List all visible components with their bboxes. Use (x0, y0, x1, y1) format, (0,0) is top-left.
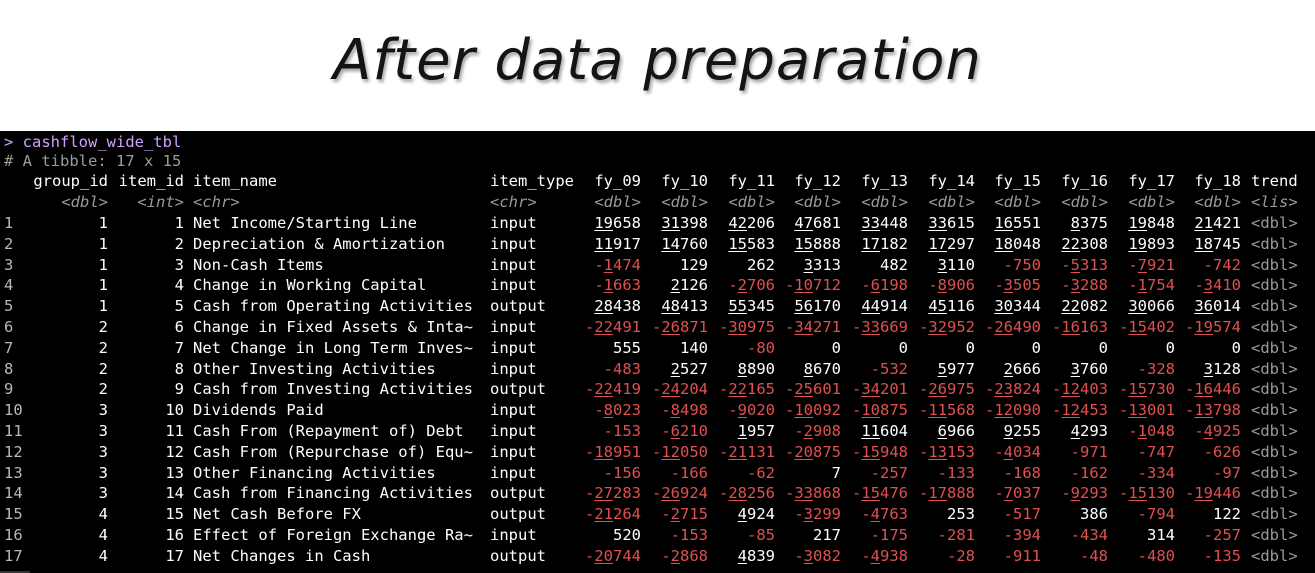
cell-item-id: 17 (165, 546, 184, 565)
column-header-row: group_id item_id item_name item_type fy_09 fy… (0, 171, 1315, 192)
cell-trend: <dbl> (1251, 422, 1298, 440)
cell-fy-18: 122 (1213, 505, 1241, 524)
cell-trend: <dbl> (1251, 255, 1298, 274)
table-row: 5 1 5 Cash from Operating Activities output 2… (0, 296, 1315, 317)
cell-fy-18: -19574 (1184, 318, 1241, 336)
cell-trend: <dbl> (1251, 526, 1298, 544)
cell-trend: <dbl> (1251, 401, 1298, 420)
cell-fy-18: -626 (1203, 442, 1241, 461)
cell-item-id: 8 (174, 359, 184, 378)
table-row: 16 4 16 Effect of Foreign Exchange Ra~ input… (0, 525, 1315, 546)
cell-item-id: 3 (174, 255, 184, 274)
cell-fy-18: 3128 (1203, 359, 1241, 378)
column-type-fy-18: <dbl> (1194, 193, 1241, 211)
table-row: 2 1 2 Depreciation & Amortization input 11917… (0, 234, 1315, 255)
cell-trend: <dbl> (1251, 297, 1298, 316)
column-header-item-id: item_id (118, 172, 184, 190)
cell-fy-18: -135 (1203, 546, 1241, 565)
cell-fy-18: -742 (1203, 255, 1241, 274)
cell-trend: <dbl> (1251, 442, 1298, 461)
cell-fy-18: -257 (1203, 526, 1241, 544)
cell-item-id: 5 (174, 297, 184, 316)
cell-item-id: 13 (165, 463, 184, 482)
cell-item-id: 15 (165, 505, 184, 524)
table-row: 9 2 9 Cash from Investing Activities output -… (0, 379, 1315, 400)
table-row: 8 2 8 Other Investing Activities input -483 25… (0, 359, 1315, 380)
cell-item-id: 12 (165, 442, 184, 461)
cell-trend: <dbl> (1251, 214, 1298, 232)
cell-fy-18: -19446 (1184, 484, 1241, 503)
cell-item-id: 7 (174, 338, 184, 357)
cell-trend: <dbl> (1251, 463, 1298, 482)
cell-trend: <dbl> (1251, 359, 1298, 378)
cell-item-id: 1 (174, 214, 184, 232)
cell-fy-18: -3410 (1194, 276, 1241, 295)
cell-item-id: 10 (165, 401, 184, 420)
cell-trend: <dbl> (1251, 484, 1298, 503)
cell-item-id: 4 (174, 276, 184, 295)
column-type-item-id: <int> (137, 193, 184, 211)
cell-trend: <dbl> (1251, 318, 1298, 336)
column-header-fy-18: fy_18 (1194, 172, 1241, 190)
title-banner: After data preparation (0, 0, 1315, 131)
cell-trend: <dbl> (1251, 546, 1298, 565)
cell-item-id: 11 (165, 422, 184, 440)
cell-fy-18: -16446 (1184, 380, 1241, 399)
table-row: 7 2 7 Net Change in Long Term Inves~ input 55… (0, 338, 1315, 359)
table-row: 13 3 13 Other Financing Activities input -156… (0, 463, 1315, 484)
cell-fy-18: -97 (1212, 463, 1241, 482)
cell-fy-18: 0 (1231, 338, 1241, 357)
cell-item-name: Non-Cash Items (193, 255, 324, 274)
cell-fy-18: -4925 (1194, 422, 1241, 440)
page-title: After data preparation (333, 28, 982, 93)
cell-trend: <dbl> (1251, 338, 1298, 357)
table-row: 4 1 4 Change in Working Capital input -1663 21… (0, 275, 1315, 296)
cell-trend: <dbl> (1251, 276, 1298, 295)
console-prompt-line: > cashflow_wide_tbl (0, 132, 1315, 153)
table-row: 11 3 11 Cash From (Repayment of) Debt input -… (0, 421, 1315, 442)
table-row: 3 1 3 Non-Cash Items input -1474 129 262 3313 482… (0, 255, 1315, 276)
cell-fy-18: 21421 (1194, 214, 1241, 232)
table-row: 12 3 12 Cash From (Repurchase of) Equ~ input… (0, 442, 1315, 463)
table-row: 6 2 6 Change in Fixed Assets & Inta~ input -2… (0, 317, 1315, 338)
cell-item-name: Net Cash Before FX (193, 505, 361, 524)
cell-item-name: Dividends Paid (193, 401, 324, 420)
cell-trend: <dbl> (1251, 234, 1298, 253)
cell-item-id: 16 (165, 526, 184, 544)
column-type-item-name: <chr> (193, 193, 240, 211)
column-type-trend: <lis> (1251, 193, 1298, 211)
table-row: 10 3 10 Dividends Paid input -8023 -8498 -9020-… (0, 400, 1315, 421)
column-type-row: <dbl> <int> <chr> <chr> <dbl> <dbl> <dbl> <dbl>… (0, 192, 1315, 213)
cell-fy-18: -13798 (1184, 401, 1241, 420)
cell-item-id: 6 (174, 318, 184, 336)
table-row: 14 3 14 Cash from Financing Activities outpu… (0, 483, 1315, 504)
table-row: 17 4 17 Net Changes in Cash output -20744 -286… (0, 546, 1315, 567)
tibble-info-line: # A tibble: 17 x 15 (0, 151, 1315, 172)
table-row: 1 1 1 Net Income/Starting Line input 19658 313… (0, 213, 1315, 234)
cell-fy-18: 36014 (1194, 297, 1241, 316)
tibble-info: # A tibble: 17 x 15 (4, 152, 182, 170)
cell-trend: <dbl> (1251, 380, 1298, 399)
column-header-item-name: item_name (193, 172, 277, 190)
column-header-trend: trend (1251, 172, 1298, 190)
cell-fy-18: 18745 (1194, 234, 1241, 253)
cell-trend: <dbl> (1251, 505, 1298, 524)
console-command: > cashflow_wide_tbl (4, 133, 182, 151)
cell-item-id: 2 (174, 234, 184, 253)
cell-item-id: 9 (174, 380, 184, 399)
cell-item-id: 14 (165, 484, 184, 503)
r-console-output[interactable]: > cashflow_wide_tbl # A tibble: 17 x 15 … (0, 131, 1315, 573)
table-row: 15 4 15 Net Cash Before FX output -21264 -2715… (0, 504, 1315, 525)
